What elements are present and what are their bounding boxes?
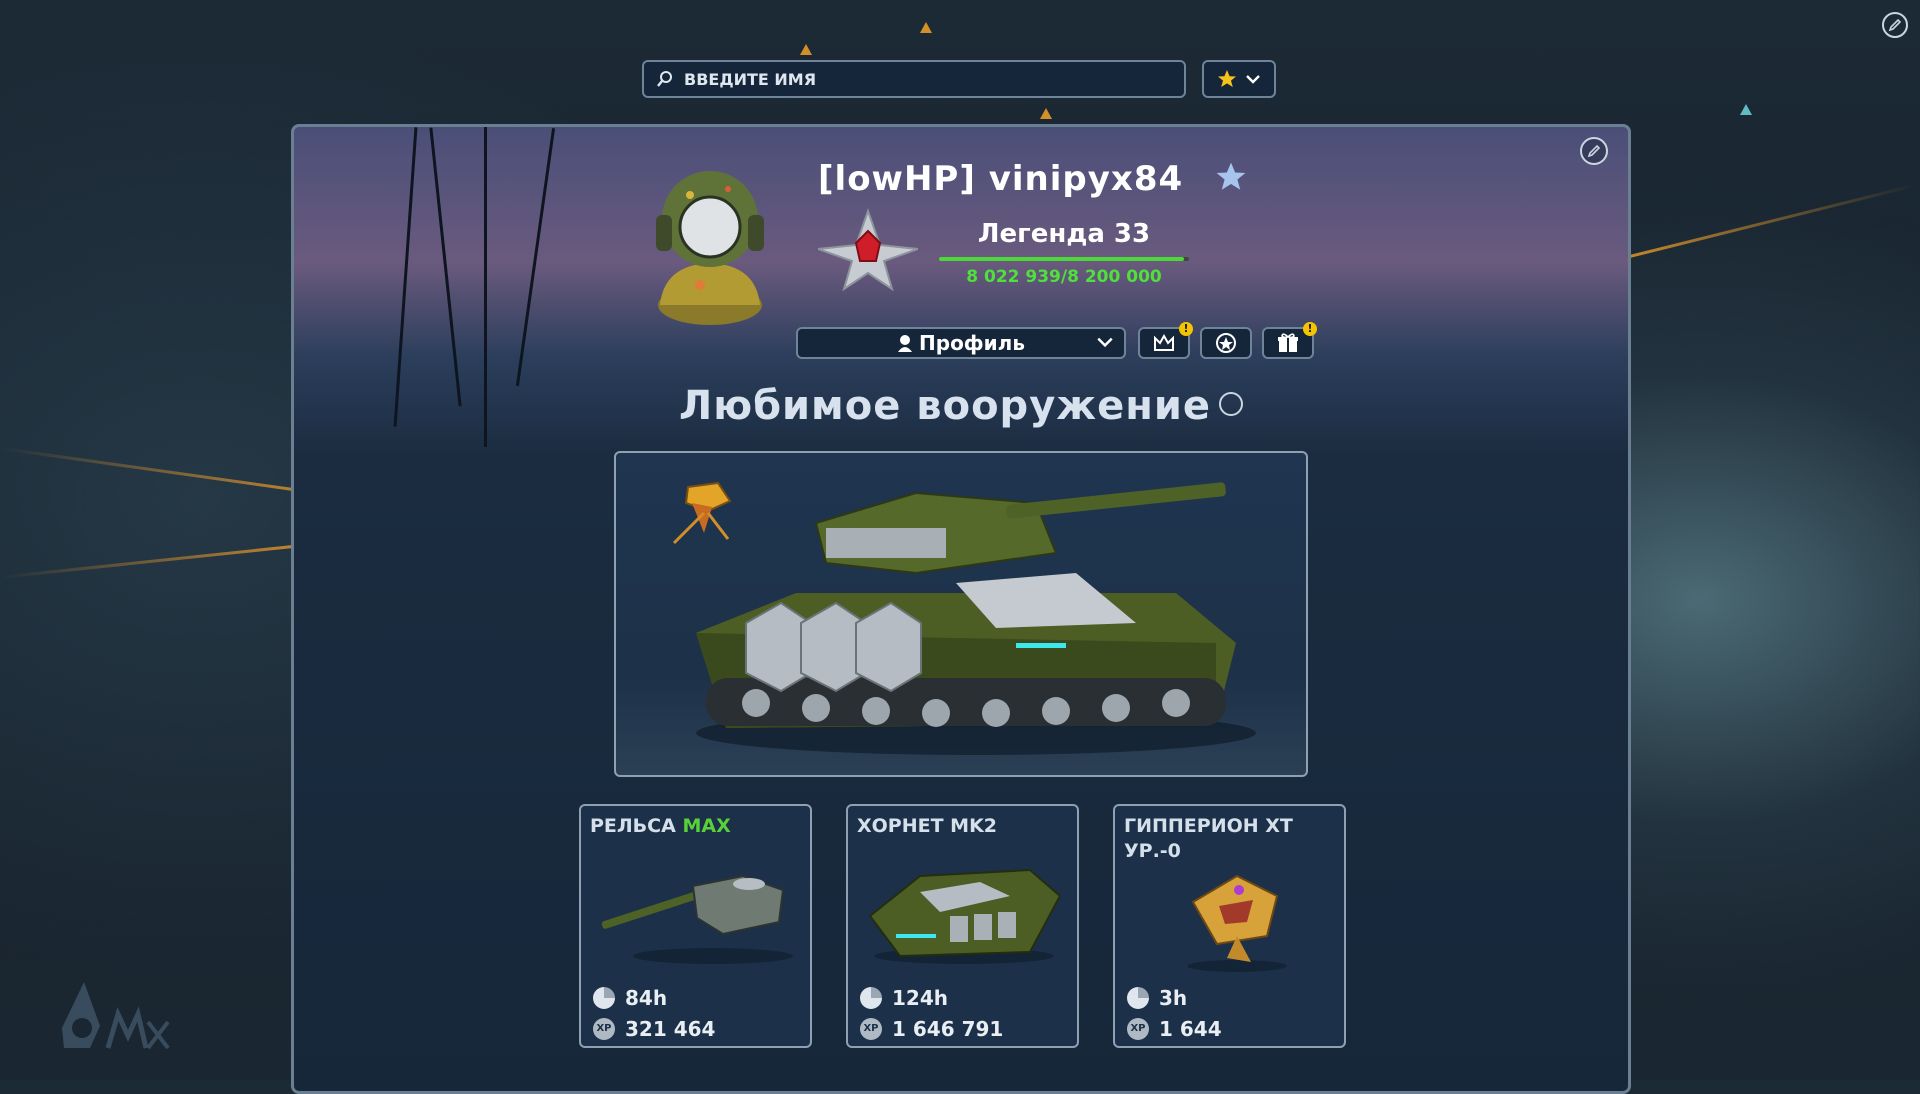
weapon-card-title: РЕЛЬСА MAX <box>590 814 800 839</box>
background-streak <box>1624 183 1916 260</box>
background-tree <box>515 128 556 386</box>
background-tree <box>393 127 418 427</box>
gift-button[interactable]: ! <box>1262 322 1317 359</box>
drone-render <box>672 481 732 545</box>
play-time-stat: 124h <box>860 986 948 1010</box>
xp-icon: XP <box>860 1018 882 1040</box>
weapon-card-title: ХОРНЕТ MK2 <box>857 814 1067 839</box>
corner-edit-button[interactable] <box>1882 12 1908 38</box>
play-time-value: 3h <box>1159 986 1188 1010</box>
player-search-box[interactable] <box>642 60 1186 98</box>
search-input[interactable] <box>682 68 1166 90</box>
play-time-stat: 84h <box>593 986 667 1010</box>
weapon-name: ХОРНЕТ MK2 <box>857 815 998 837</box>
weapon-name: ГИППЕРИОН XT УР.-0 <box>1124 815 1293 862</box>
background-streak <box>1 447 329 496</box>
pencil-icon[interactable] <box>1219 392 1243 416</box>
rank-emblem-icon <box>818 207 918 291</box>
hornet-hull-render <box>868 868 1062 964</box>
background-particle <box>1040 108 1052 119</box>
weapon-card[interactable]: РЕЛЬСА MAX 84h XP 321 464 <box>579 804 812 1048</box>
badge-button[interactable] <box>1200 327 1252 359</box>
profile-dropdown[interactable]: Профиль <box>796 327 1126 359</box>
background-streak <box>0 544 300 579</box>
xp-icon: XP <box>1127 1018 1149 1040</box>
xp-progress-bar <box>939 257 1189 261</box>
background-particle <box>1740 104 1752 115</box>
clock-icon <box>593 987 615 1009</box>
clock-icon <box>1127 987 1149 1009</box>
star-icon <box>1218 70 1236 87</box>
clock-icon <box>860 987 882 1009</box>
profile-dropdown-label: Профиль <box>919 331 1025 355</box>
player-name: [lowHP] vinipyx84 <box>818 159 1184 199</box>
play-time-value: 84h <box>625 986 668 1010</box>
chevron-down-icon <box>1097 337 1113 348</box>
panel-edit-button[interactable] <box>1580 137 1608 165</box>
search-icon <box>657 71 672 87</box>
xp-value: 1 644 <box>1159 1017 1222 1041</box>
gift-icon <box>1278 333 1298 352</box>
xp-progress-fill <box>939 257 1184 261</box>
xp-progress-text: 8 022 939/8 200 000 <box>966 267 1162 287</box>
favorite-equipment-showcase <box>614 451 1308 777</box>
background-particle <box>800 44 812 55</box>
max-tag: MAX <box>682 815 731 837</box>
game-logo <box>62 982 170 1050</box>
favorite-star-icon[interactable] <box>1215 161 1247 193</box>
xp-value: 1 646 791 <box>892 1017 1004 1041</box>
pencil-icon <box>1888 18 1902 32</box>
weapon-card[interactable]: ГИППЕРИОН XT УР.-0 3h XP 1 644 <box>1113 804 1346 1048</box>
railgun-turret-render <box>601 874 793 964</box>
xp-stat: XP 1 646 791 <box>860 1017 1003 1041</box>
player-avatar[interactable] <box>650 155 770 325</box>
xp-icon: XP <box>593 1018 615 1040</box>
hyperion-drone-render <box>1187 874 1287 972</box>
user-icon <box>898 335 913 352</box>
play-time-stat: 3h <box>1127 986 1187 1010</box>
pencil-icon <box>1587 144 1601 158</box>
weapon-card-title: ГИППЕРИОН XT УР.-0 <box>1124 814 1334 864</box>
chevron-down-icon <box>1246 75 1260 84</box>
crown-icon <box>1154 334 1174 351</box>
rank-title: Легенда 33 <box>977 219 1151 249</box>
notification-badge: ! <box>1303 322 1317 336</box>
play-time-value: 124h <box>892 986 948 1010</box>
favorite-weapons-title: Любимое вооружение <box>678 383 1211 429</box>
background-tree <box>429 127 462 407</box>
weapon-name: РЕЛЬСА <box>590 815 676 837</box>
notification-badge: ! <box>1179 322 1193 336</box>
xp-value: 321 464 <box>625 1017 716 1041</box>
xp-stat: XP 321 464 <box>593 1017 715 1041</box>
profile-panel: [lowHP] vinipyx84 Легенда 33 8 022 939/8… <box>291 124 1631 1094</box>
badge-icon <box>1216 333 1236 353</box>
favorite-weapons-heading: Любимое вооружение <box>294 383 1628 429</box>
xp-stat: XP 1 644 <box>1127 1017 1222 1041</box>
weapon-card[interactable]: ХОРНЕТ MK2 124h XP 1 646 791 <box>846 804 1079 1048</box>
background-particle <box>920 22 932 33</box>
favorites-dropdown[interactable] <box>1202 60 1276 98</box>
crown-button[interactable]: ! <box>1138 322 1193 359</box>
